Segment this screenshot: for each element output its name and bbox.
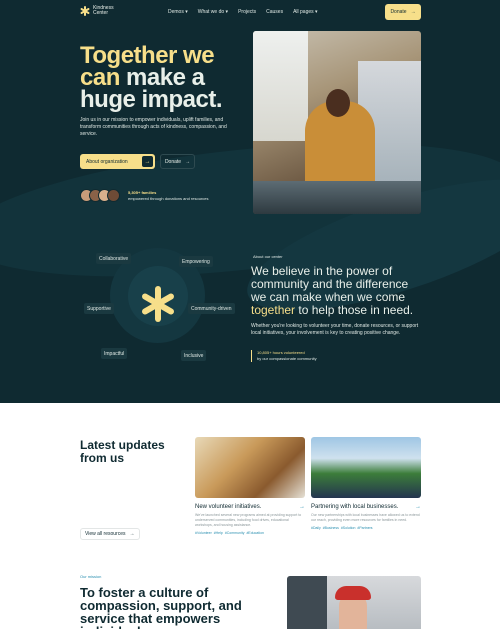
update-card-title[interactable]: New volunteer initiatives. → — [195, 504, 305, 510]
menu-item-causes[interactable]: Causes — [266, 9, 283, 15]
value-pill-impactful: Impactful — [101, 348, 128, 359]
hero-donate-button[interactable]: Donate → — [160, 154, 195, 169]
top-nav: Kindness Center Demos ▾ What we do ▾ Pro… — [80, 4, 421, 20]
update-card-image — [311, 437, 421, 498]
logo-star-icon — [80, 6, 90, 16]
view-all-label: View all resources — [85, 531, 126, 537]
hero-photo — [253, 31, 421, 214]
hero-donate-label: Donate — [164, 158, 182, 165]
about-organization-label: About organization — [86, 158, 128, 165]
families-text: empowered through donations and resource… — [128, 196, 209, 201]
value-pill-collaborative: Collaborative — [96, 253, 132, 264]
volunteer-stat-value: 10,805+ hours volunteered — [257, 350, 305, 355]
volunteer-stat-text: by our compassionate community — [257, 356, 317, 361]
mission-label: Our mission — [80, 574, 102, 579]
families-count: 5,305+ families — [128, 190, 157, 195]
about-title-end: to help those in need. — [295, 303, 414, 317]
about-title-highlight: together — [251, 303, 296, 317]
logo-text: Kindness Center — [93, 5, 114, 16]
about-title: We believe in the power of community and… — [251, 265, 426, 317]
update-card-description: Our new partnerships with local business… — [311, 513, 420, 522]
update-card-title[interactable]: Partnering with local businesses. → — [311, 504, 421, 510]
update-card-tags[interactable]: #Daily #Business #Solution #Partners — [311, 526, 421, 530]
value-pill-empowering: Empowering — [179, 256, 213, 267]
menu-item-projects[interactable]: Projects — [238, 9, 256, 15]
arrow-right-icon: → — [142, 156, 153, 167]
value-pill-community-driven: Community-driven — [188, 303, 235, 314]
updates-title: Latest updates from us — [80, 438, 165, 465]
mission-photo — [287, 576, 421, 629]
value-pill-inclusive: Inclusive — [181, 350, 207, 361]
avatar — [107, 189, 120, 202]
hero-title: Together we can make a huge impact. — [80, 44, 250, 113]
about-description: Whether you're looking to volunteer your… — [251, 323, 419, 336]
logo[interactable]: Kindness Center — [80, 6, 123, 16]
avatar-group — [80, 189, 120, 202]
arrow-right-icon: → — [415, 504, 421, 510]
about-organization-button[interactable]: About organization → — [80, 154, 155, 169]
kindness-star-icon — [140, 286, 176, 322]
main-menu: Demos ▾ What we do ▾ Projects Causes All… — [168, 9, 318, 15]
update-card[interactable]: Partnering with local businesses. → Our n… — [311, 437, 421, 530]
donate-label: Donate — [390, 9, 407, 15]
hero-title-line3: huge impact. — [80, 86, 223, 113]
menu-item-demos[interactable]: Demos ▾ — [168, 9, 188, 15]
about-label: About our center — [253, 254, 283, 259]
menu-item-what-we-do[interactable]: What we do ▾ — [198, 9, 228, 15]
about-title-main: We believe in the power of community and… — [251, 264, 409, 304]
donate-button[interactable]: Donate → — [385, 4, 421, 20]
update-card-tags[interactable]: #Volunteer #Help #Community #Education — [195, 531, 305, 535]
value-pill-supportive: Supportive — [84, 303, 114, 314]
hero-section — [0, 0, 500, 403]
update-card-title-text: New volunteer initiatives. — [195, 504, 262, 510]
update-card[interactable]: New volunteer initiatives. → We've launch… — [195, 437, 305, 535]
mission-title: To foster a culture of compassion, suppo… — [80, 585, 242, 629]
families-stat: 5,305+ families empowered through donati… — [128, 190, 209, 202]
menu-item-all-pages[interactable]: All pages ▾ — [293, 9, 317, 15]
arrow-right-icon: → — [129, 531, 135, 537]
volunteer-stat: 10,805+ hours volunteered by our compass… — [251, 350, 317, 362]
arrow-right-icon: → — [185, 158, 191, 165]
hero-description: Join us in our mission to empower indivi… — [80, 117, 227, 137]
view-all-resources-button[interactable]: View all resources → — [80, 528, 140, 540]
arrow-right-icon: → — [410, 9, 416, 15]
arrow-right-icon: → — [299, 504, 305, 510]
update-card-image — [195, 437, 305, 498]
update-card-description: We've launched several new programs aime… — [195, 513, 302, 527]
update-card-title-text: Partnering with local businesses. — [311, 504, 399, 510]
